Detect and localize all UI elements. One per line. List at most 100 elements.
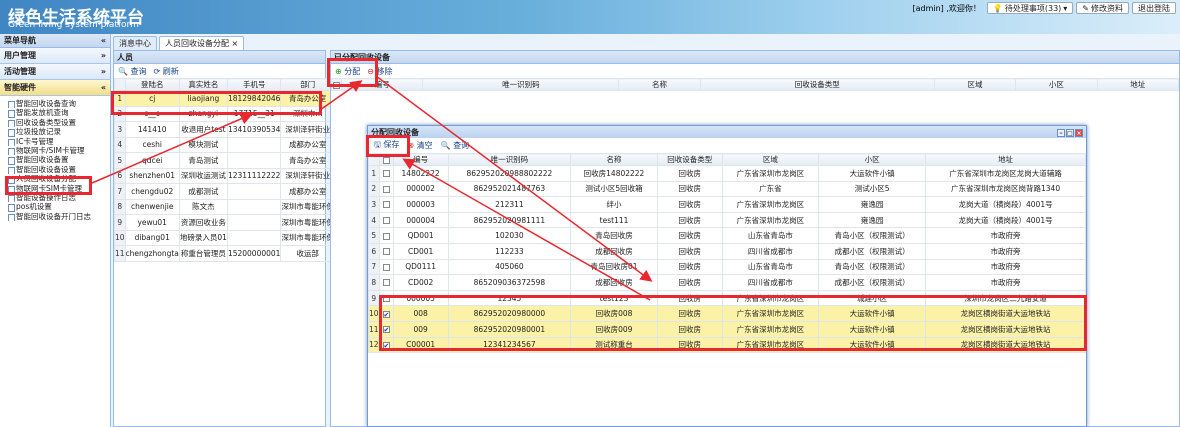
table-cell: 山东省青岛市	[721, 227, 820, 244]
table-cell: 成都办公室	[280, 136, 335, 153]
edit-profile-button[interactable]: ✎ 修改资料	[1076, 2, 1129, 14]
sidebar-item[interactable]: 垃圾投放记录	[0, 127, 110, 137]
table-cell: 四川省成都市	[721, 274, 820, 291]
table-cell: 青岛测试	[178, 152, 228, 169]
group-hardware[interactable]: 智能硬件 «	[0, 80, 110, 96]
table-row[interactable]: 9 yewu01 资源回收业务 深圳市粤能环保	[114, 214, 335, 231]
table-cell: 865209036372598	[447, 274, 572, 291]
table-row[interactable]: 8 chenwenjie 陈文杰 深圳市粤能环保	[114, 198, 335, 215]
table-cell: 广东省	[721, 180, 820, 198]
table-cell	[226, 183, 282, 200]
row-checkbox[interactable]	[382, 248, 390, 256]
row-checkbox[interactable]	[382, 201, 390, 209]
table-cell: 成都回收房	[570, 242, 658, 260]
table-row[interactable]: 2 000002 862952021487763 测试小区5回收箱 回收房 广东省 测试小区…	[368, 180, 1086, 198]
highlight-save-button	[366, 135, 410, 157]
table-cell: 成都回收房	[570, 274, 658, 291]
table-cell: 回收房	[656, 196, 723, 213]
sidebar-item[interactable]: 智能发放机查询	[0, 108, 110, 118]
table-cell: 收运部	[280, 245, 335, 262]
row-checkbox[interactable]	[382, 279, 390, 287]
assigned-toolbar: ⊕ 分配 ⊖ 移除	[331, 64, 1179, 78]
table-cell: 102030	[447, 227, 572, 244]
sidebar-item[interactable]: 回收设备类型设置	[0, 118, 110, 128]
table-row[interactable]: 1 14802222 862952020988802222 回收房14802222 回收…	[368, 165, 1086, 182]
row-checkbox[interactable]	[382, 185, 390, 193]
table-cell: 四川省成都市	[721, 242, 820, 260]
row-checkbox[interactable]	[382, 263, 390, 271]
dialog-header: 分配回收设备 – □ ×	[368, 126, 1086, 138]
table-cell: 广东省深圳市龙岗区岗背路1340	[925, 180, 1086, 198]
maximize-icon[interactable]: □	[1066, 128, 1074, 137]
table-cell: 14802222	[392, 165, 449, 182]
row-checkbox[interactable]	[382, 170, 390, 178]
row-number: 5	[114, 152, 126, 169]
row-number: 11	[114, 245, 126, 262]
search-button[interactable]: 🔍 查询	[441, 140, 470, 151]
close-icon[interactable]: ×	[1075, 128, 1083, 137]
table-row[interactable]: 7 QD0111 405060 青岛回收房01 回收房 山东省青岛市 青岛小区（权限测试）市…	[368, 258, 1086, 276]
table-cell: 112233	[447, 242, 572, 260]
minimize-icon[interactable]: –	[1057, 128, 1065, 137]
table-cell: 青岛小区（权限测试）	[818, 227, 927, 244]
table-cell: 000004	[392, 211, 449, 229]
table-row[interactable]: 11 chengzhongta 称重台管理员 15200000001 收运部	[114, 245, 335, 262]
sidebar-item[interactable]: pos机设置	[0, 202, 110, 212]
group-users[interactable]: 用户管理»	[0, 48, 110, 64]
close-icon[interactable]: ×	[232, 39, 239, 48]
logo-subtitle: Green living system platform	[8, 20, 139, 30]
table-cell: 称重台管理员	[178, 245, 228, 262]
table-cell: 深圳市粤能环保	[280, 214, 335, 231]
table-row[interactable]: 4 000004 862952020981111 test111 回收房 广东省深圳市龙岗…	[368, 211, 1086, 229]
table-row[interactable]: 7 chengdu02 成都测试 成都办公室	[114, 183, 335, 200]
table-cell: dibang01	[124, 229, 180, 246]
table-cell: CD002	[392, 274, 449, 291]
table-cell: 回收房	[656, 165, 723, 182]
sidebar-item[interactable]: 智能回收设备设置	[0, 165, 110, 175]
tab-assignment[interactable]: 人员回收设备分配 ×	[159, 36, 245, 50]
sidebar-item[interactable]: IC卡号管理	[0, 137, 110, 146]
table-row[interactable]: 5 qdcei 青岛测试 青岛办公室	[114, 152, 335, 169]
row-number: 2	[368, 180, 380, 198]
row-number: 7	[114, 183, 126, 200]
highlight-selected-rows	[379, 295, 1087, 351]
highlight-assign-button	[327, 58, 378, 87]
table-cell: 市政府旁	[925, 258, 1086, 276]
select-all-checkbox[interactable]	[382, 156, 390, 164]
table-cell: 测试小区5回收箱	[570, 180, 658, 198]
table-cell: 资源回收业务	[178, 214, 228, 231]
sidebar-item[interactable]: 智能回收设备开门日志	[0, 212, 110, 222]
bulb-icon: 💡	[992, 3, 1003, 13]
clear-button[interactable]: ⊗ 清空	[407, 140, 432, 151]
row-number: 3	[368, 196, 380, 213]
collapse-icon[interactable]: «	[101, 36, 106, 45]
pending-button[interactable]: 💡 待处理事项(33) ▾	[986, 2, 1074, 14]
table-row[interactable]: 10 dibang01 地磅录入员01 深圳市粤能环保	[114, 229, 335, 246]
table-row[interactable]: 3 000003 212311 绊小 回收房 广东省深圳市龙岗区 雍逸园 龙岗大道（横岗段）4…	[368, 196, 1086, 213]
table-row[interactable]: 5 QD001 102030 青岛回收房 回收房 山东省青岛市 青岛小区（权限测试） 市政府旁	[368, 227, 1086, 244]
sidebar-item[interactable]: 智能回收设备置	[0, 155, 110, 165]
table-row[interactable]: 4 ceshi 模块测试 成都办公室	[114, 136, 335, 153]
table-row[interactable]: 6 CD001 112233 成都回收房 回收房 四川省成都市 成都小区（权限测试） 市政府旁	[368, 242, 1086, 260]
table-row[interactable]: 8 CD002 865209036372598 成都回收房 回收房 四川省成都市 成都小区（…	[368, 274, 1086, 291]
row-checkbox[interactable]	[382, 217, 390, 225]
row-checkbox[interactable]	[382, 232, 390, 240]
table-cell: 大运软件小镇	[818, 165, 927, 182]
sidebar-item[interactable]: 智能回收设备查询	[0, 99, 110, 109]
expand-icon: »	[100, 51, 106, 60]
assigned-table: 编号 唯一识别码 名称 回收设备类型 区域 小区 地址	[331, 78, 1180, 91]
table-cell: 陈文杰	[178, 198, 228, 215]
table-row[interactable]: 3 141410 收退用户test 13410390534 深圳泽轩街业	[114, 121, 335, 138]
group-activities[interactable]: 活动管理»	[0, 64, 110, 80]
row-number: 10	[114, 229, 126, 246]
row-number: 9	[114, 214, 126, 231]
tab-messages[interactable]: 消息中心	[113, 36, 157, 50]
row-number: 9	[368, 289, 380, 307]
sidebar-item[interactable]: 物联网卡/SIM卡管理	[0, 146, 110, 156]
table-row[interactable]: 6 shenzhen01 深圳收运测试 12311112222 深圳泽轩街业	[114, 167, 335, 184]
refresh-button[interactable]: ⟳ 刷新	[154, 66, 179, 77]
logout-button[interactable]: 退出登陆	[1132, 2, 1176, 14]
table-cell: 广东省深圳市龙岗区	[721, 211, 820, 229]
search-button[interactable]: 🔍 查询	[118, 66, 147, 77]
table-cell: CD001	[392, 242, 449, 260]
